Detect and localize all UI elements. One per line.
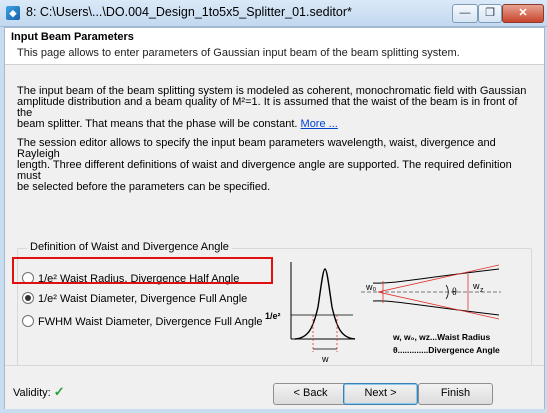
- intro-line-3-text: beam splitter. That means that the phase…: [17, 118, 298, 130]
- wizard-footer: Validity: ✓ < Back Next > Finish: [5, 365, 544, 409]
- beam-lower-edge: [372, 300, 500, 316]
- page-subtitle: This page allows to enter parameters of …: [17, 47, 460, 59]
- wz-label: w: [472, 281, 480, 291]
- radio-label: FWHM Waist Diameter, Divergence Full Ang…: [38, 316, 263, 328]
- radio-diameter-full-angle[interactable]: 1/e² Waist Diameter, Divergence Full Ang…: [22, 292, 247, 306]
- window-title: 8: C:\Users\...\DO.004_Design_1to5x5_Spl…: [26, 5, 352, 19]
- close-button[interactable]: ✕: [502, 4, 544, 23]
- radio-label: 1/e² Waist Diameter, Divergence Full Ang…: [38, 293, 248, 305]
- session-line-2: length. Three different definitions of w…: [17, 159, 512, 182]
- session-paragraph: The session editor allows to specify the…: [17, 138, 527, 193]
- theta-label: θ: [452, 287, 457, 298]
- intro-line-3: beam splitter. That means that the phase…: [17, 119, 527, 130]
- selection-highlight: [12, 257, 273, 284]
- session-line-1: The session editor allows to specify the…: [17, 137, 496, 160]
- wz-subscript: z: [480, 287, 484, 294]
- check-icon: ✓: [53, 384, 65, 399]
- title-bar: ◆ 8: C:\Users\...\DO.004_Design_1to5x5_S…: [0, 0, 547, 27]
- maximize-button[interactable]: ❐: [478, 4, 502, 23]
- divergence-lower-line: [377, 291, 500, 320]
- w0-label: w₀: [365, 282, 376, 292]
- radio-button[interactable]: [22, 315, 34, 327]
- finish-button[interactable]: Finish: [418, 383, 493, 405]
- radio-fwhm-full-angle[interactable]: FWHM Waist Diameter, Divergence Full Ang…: [22, 315, 263, 329]
- radio-button-selected[interactable]: [22, 292, 34, 304]
- intro-line-2: amplitude distribution and a beam qualit…: [17, 96, 518, 119]
- gaussian-curve: [294, 268, 356, 340]
- definition-group-label: Definition of Waist and Divergence Angle: [27, 241, 232, 253]
- page-header: Input Beam Parameters This page allows t…: [5, 28, 544, 65]
- beam-upper-edge: [372, 268, 500, 284]
- page-title: Input Beam Parameters: [11, 31, 134, 43]
- more-link[interactable]: More ...: [301, 118, 338, 130]
- legend-line-1: w, w₀, wz...Waist Radius: [392, 332, 490, 342]
- page-body: The input beam of the beam splitting sys…: [5, 65, 544, 368]
- validity-status: Validity: ✓: [13, 384, 65, 400]
- minimize-button[interactable]: —: [452, 4, 478, 23]
- validity-label: Validity:: [13, 387, 51, 399]
- app-icon: ◆: [6, 6, 20, 20]
- back-button[interactable]: < Back: [273, 383, 348, 405]
- session-line-3: be selected before the parameters can be…: [17, 181, 271, 193]
- w-label: w: [321, 354, 329, 364]
- wizard-page: Input Beam Parameters This page allows t…: [4, 27, 545, 409]
- intro-paragraph: The input beam of the beam splitting sys…: [17, 86, 527, 130]
- legend-line-2: θ.............Divergence Angle: [393, 345, 500, 355]
- level-label: 1/e²: [265, 311, 281, 321]
- next-button[interactable]: Next >: [343, 383, 418, 405]
- beam-definition-diagram: 1/e² w w₀ θ w z w, w₀, wz...Waist Radius…: [265, 262, 501, 364]
